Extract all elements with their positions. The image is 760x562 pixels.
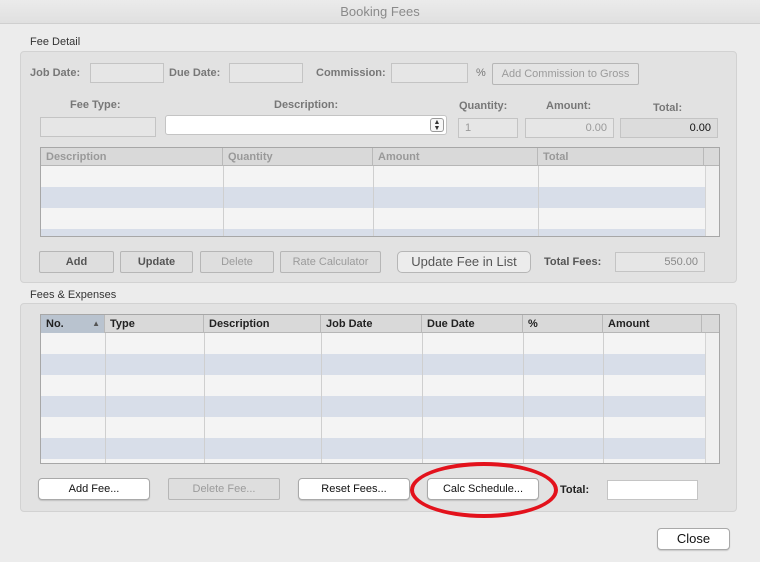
column-header-due-date[interactable]: Due Date xyxy=(422,315,523,333)
fees-total-field xyxy=(607,480,698,500)
table-row[interactable] xyxy=(41,333,706,354)
fee-detail-section-label: Fee Detail xyxy=(30,36,81,48)
fees-expenses-table-header: No. ▲ Type Description Job Date Due Date… xyxy=(41,315,719,333)
add-fee-button[interactable]: Add Fee... xyxy=(38,478,150,500)
column-divider xyxy=(373,166,374,236)
column-divider xyxy=(223,166,224,236)
total-fees-field: 550.00 xyxy=(615,252,705,272)
table-row[interactable] xyxy=(41,438,706,459)
update-fee-in-list-button[interactable]: Update Fee in List xyxy=(397,251,531,273)
column-header-description[interactable]: Description xyxy=(204,315,321,333)
select-updown-icon[interactable]: ▲ ▼ xyxy=(430,118,444,132)
total-label: Total: xyxy=(653,102,683,114)
due-date-label: Due Date: xyxy=(169,67,221,79)
close-button[interactable]: Close xyxy=(657,528,730,550)
delete-fee-button[interactable]: Delete Fee... xyxy=(168,478,280,500)
job-date-field[interactable] xyxy=(90,63,164,83)
quantity-field[interactable]: 1 xyxy=(458,118,518,138)
commission-label: Commission: xyxy=(316,67,386,79)
description-select[interactable]: ▲ ▼ xyxy=(165,115,447,135)
column-header-description[interactable]: Description xyxy=(41,148,223,166)
column-header-no-label: No. xyxy=(46,318,64,330)
column-divider xyxy=(538,166,539,236)
table-row[interactable] xyxy=(41,354,706,375)
table-row[interactable] xyxy=(41,396,706,417)
sort-ascending-icon: ▲ xyxy=(92,319,100,328)
table-row[interactable] xyxy=(41,375,706,396)
add-commission-to-gross-button[interactable]: Add Commission to Gross xyxy=(492,63,639,85)
column-divider xyxy=(603,333,604,463)
vertical-scrollbar[interactable] xyxy=(705,333,719,463)
delete-button[interactable]: Delete xyxy=(200,251,274,273)
fee-detail-table-header: Description Quantity Amount Total xyxy=(41,148,719,166)
fee-type-field[interactable] xyxy=(40,117,156,137)
column-header-percent[interactable]: % xyxy=(523,315,603,333)
column-divider xyxy=(105,333,106,463)
due-date-field[interactable] xyxy=(229,63,303,83)
percent-sign: % xyxy=(476,67,486,79)
column-header-amount[interactable]: Amount xyxy=(373,148,538,166)
column-divider xyxy=(523,333,524,463)
column-header-job-date[interactable]: Job Date xyxy=(321,315,422,333)
total-fees-label: Total Fees: xyxy=(544,256,602,268)
column-divider xyxy=(422,333,423,463)
update-button[interactable]: Update xyxy=(120,251,193,273)
column-header-no[interactable]: No. ▲ xyxy=(41,315,105,333)
description-label: Description: xyxy=(274,99,339,111)
fee-type-label: Fee Type: xyxy=(70,99,121,111)
commission-field[interactable] xyxy=(391,63,468,83)
column-header-type[interactable]: Type xyxy=(105,315,204,333)
reset-fees-button[interactable]: Reset Fees... xyxy=(298,478,410,500)
column-divider xyxy=(321,333,322,463)
fees-expenses-section-label: Fees & Expenses xyxy=(30,289,117,301)
calc-schedule-button[interactable]: Calc Schedule... xyxy=(427,478,539,500)
amount-label: Amount: xyxy=(546,100,592,112)
table-row[interactable] xyxy=(41,417,706,438)
window-title: Booking Fees xyxy=(0,0,760,24)
add-button[interactable]: Add xyxy=(39,251,114,273)
fees-total-label: Total: xyxy=(560,484,590,496)
rate-calculator-button[interactable]: Rate Calculator xyxy=(280,251,381,273)
column-header-total[interactable]: Total xyxy=(538,148,704,166)
vertical-scrollbar[interactable] xyxy=(705,166,719,236)
line-total-field: 0.00 xyxy=(620,118,718,138)
column-header-amount[interactable]: Amount xyxy=(603,315,702,333)
amount-field[interactable]: 0.00 xyxy=(525,118,614,138)
column-divider xyxy=(204,333,205,463)
column-header-quantity[interactable]: Quantity xyxy=(223,148,373,166)
quantity-label: Quantity: xyxy=(459,100,508,112)
fee-detail-table[interactable]: Description Quantity Amount Total xyxy=(40,147,720,237)
fees-expenses-table[interactable]: No. ▲ Type Description Job Date Due Date… xyxy=(40,314,720,464)
job-date-label: Job Date: xyxy=(30,67,81,79)
